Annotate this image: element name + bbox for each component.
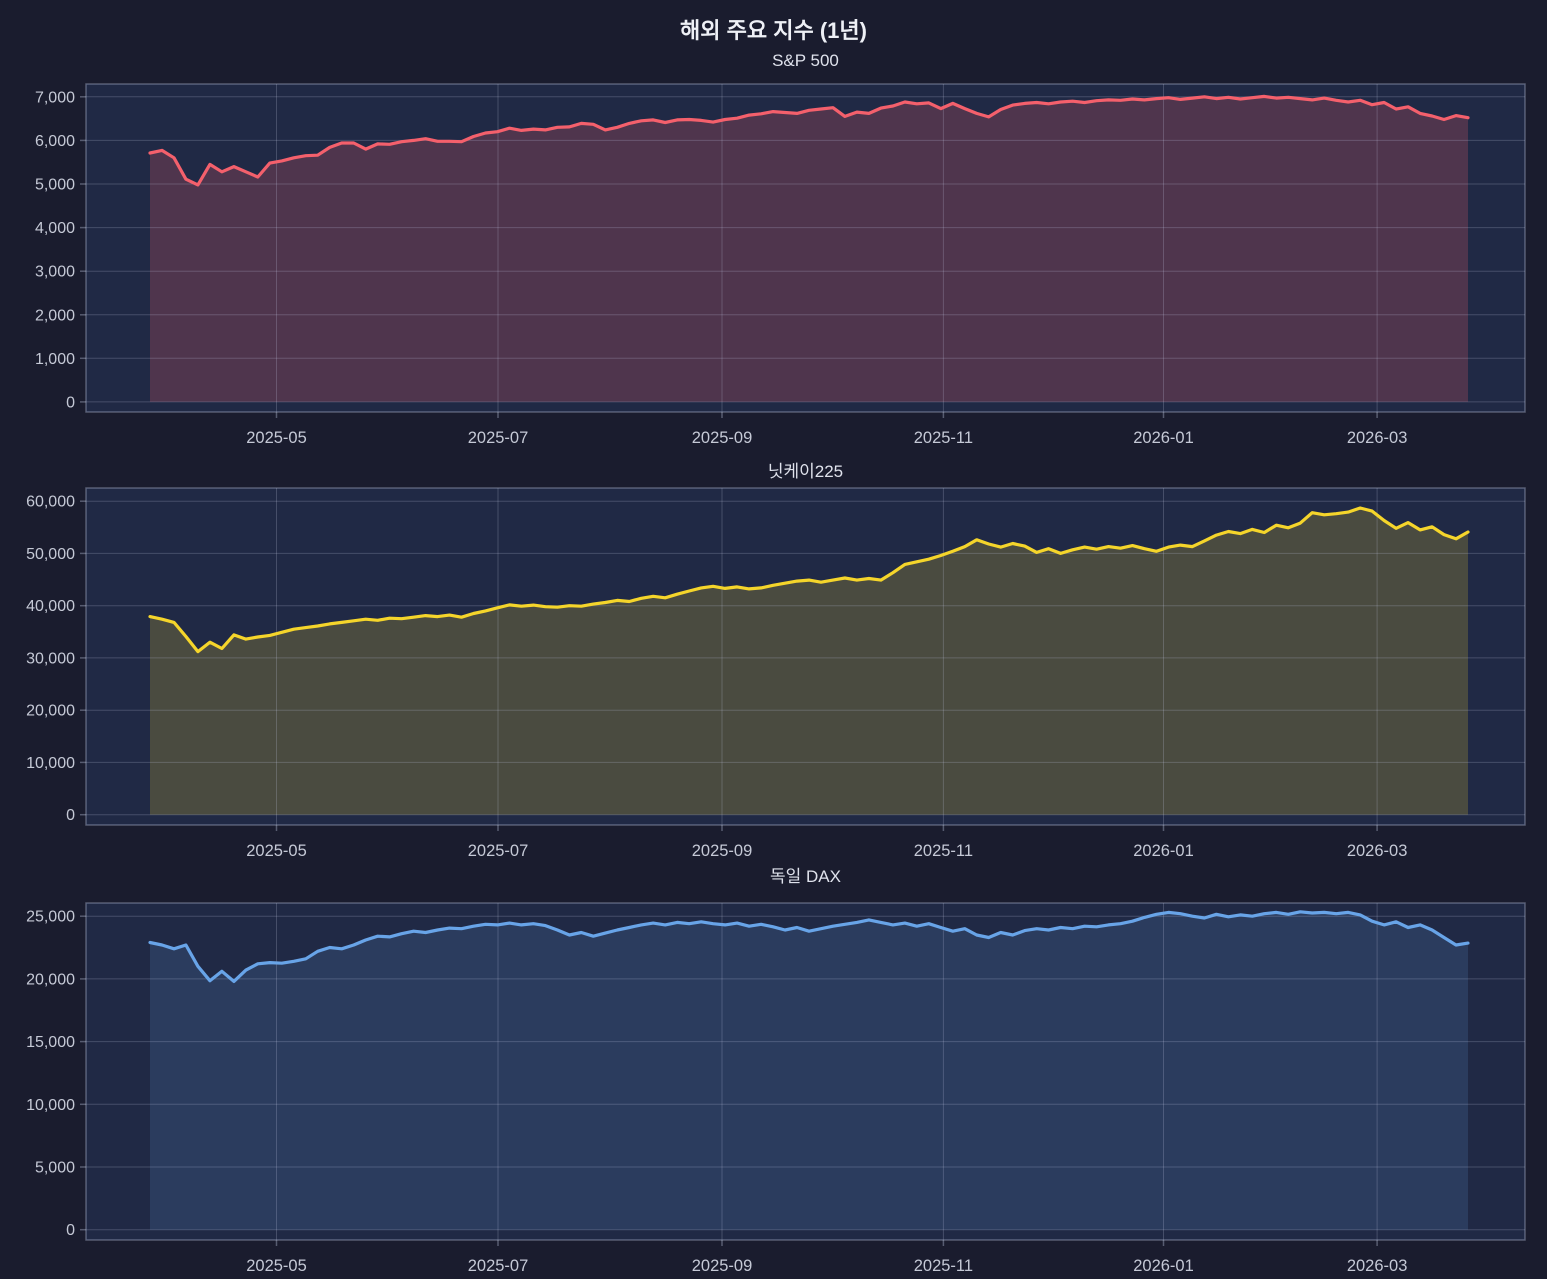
y-tick-label: 20,000 [26,971,75,988]
dax-area [150,912,1468,1230]
x-tick-label: 2025-07 [468,1257,529,1275]
x-tick-label: 2025-09 [692,429,753,447]
y-tick-label: 0 [66,807,75,824]
chart-title-dax: 독일 DAX [86,862,1525,887]
x-tick-label: 2026-01 [1133,1257,1194,1275]
y-tick-label: 60,000 [26,494,75,511]
y-tick-label: 50,000 [26,546,75,563]
y-tick-label: 25,000 [26,909,75,926]
y-tick-label: 7,000 [35,89,75,106]
x-tick-label: 2026-03 [1347,842,1408,860]
x-tick-label: 2025-05 [246,842,307,860]
x-tick-label: 2026-01 [1133,429,1194,447]
chart-nikkei225: 0 10,000 20,000 30,000 40,000 50,000 60,000 202… [0,480,1547,864]
x-tick-label: 2025-05 [246,429,307,447]
y-tick-label: 2,000 [35,307,75,324]
y-tick-label: 1,000 [35,351,75,368]
x-tick-label: 2026-03 [1347,1257,1408,1275]
x-tick-label: 2025-11 [914,1257,973,1275]
y-tick-label: 6,000 [35,133,75,150]
y-tick-label: 30,000 [26,650,75,667]
chart-title-nikkei225: 닛케이225 [86,457,1525,482]
y-tick-label: 0 [66,394,75,411]
chart-dax: 0 5,000 10,000 15,000 20,000 25,000 2025-05 202… [0,895,1547,1279]
y-tick-label: 20,000 [26,703,75,720]
x-tick-label: 2026-03 [1347,429,1408,447]
y-tick-label: 10,000 [26,755,75,772]
y-tick-label: 40,000 [26,598,75,615]
page-title: 해외 주요 지수 (1년) [0,13,1547,45]
x-tick-label: 2025-11 [914,429,973,447]
y-tick-label: 15,000 [26,1034,75,1051]
y-tick-label: 5,000 [35,177,75,194]
x-tick-label: 2026-01 [1133,842,1194,860]
y-tick-label: 4,000 [35,220,75,237]
x-tick-label: 2025-09 [692,1257,753,1275]
x-tick-label: 2025-07 [468,842,529,860]
x-tick-label: 2025-07 [468,429,529,447]
y-tick-label: 0 [66,1222,75,1239]
x-tick-label: 2025-05 [246,1257,307,1275]
y-tick-label: 5,000 [35,1160,75,1177]
x-tick-label: 2025-11 [914,842,973,860]
chart-sp500: 0 1,000 2,000 3,000 4,000 5,000 6,000 7,000 2025… [0,76,1547,458]
x-tick-label: 2025-09 [692,842,753,860]
y-tick-label: 3,000 [35,264,75,281]
chart-title-sp500: S&P 500 [86,51,1525,71]
y-tick-label: 10,000 [26,1097,75,1114]
